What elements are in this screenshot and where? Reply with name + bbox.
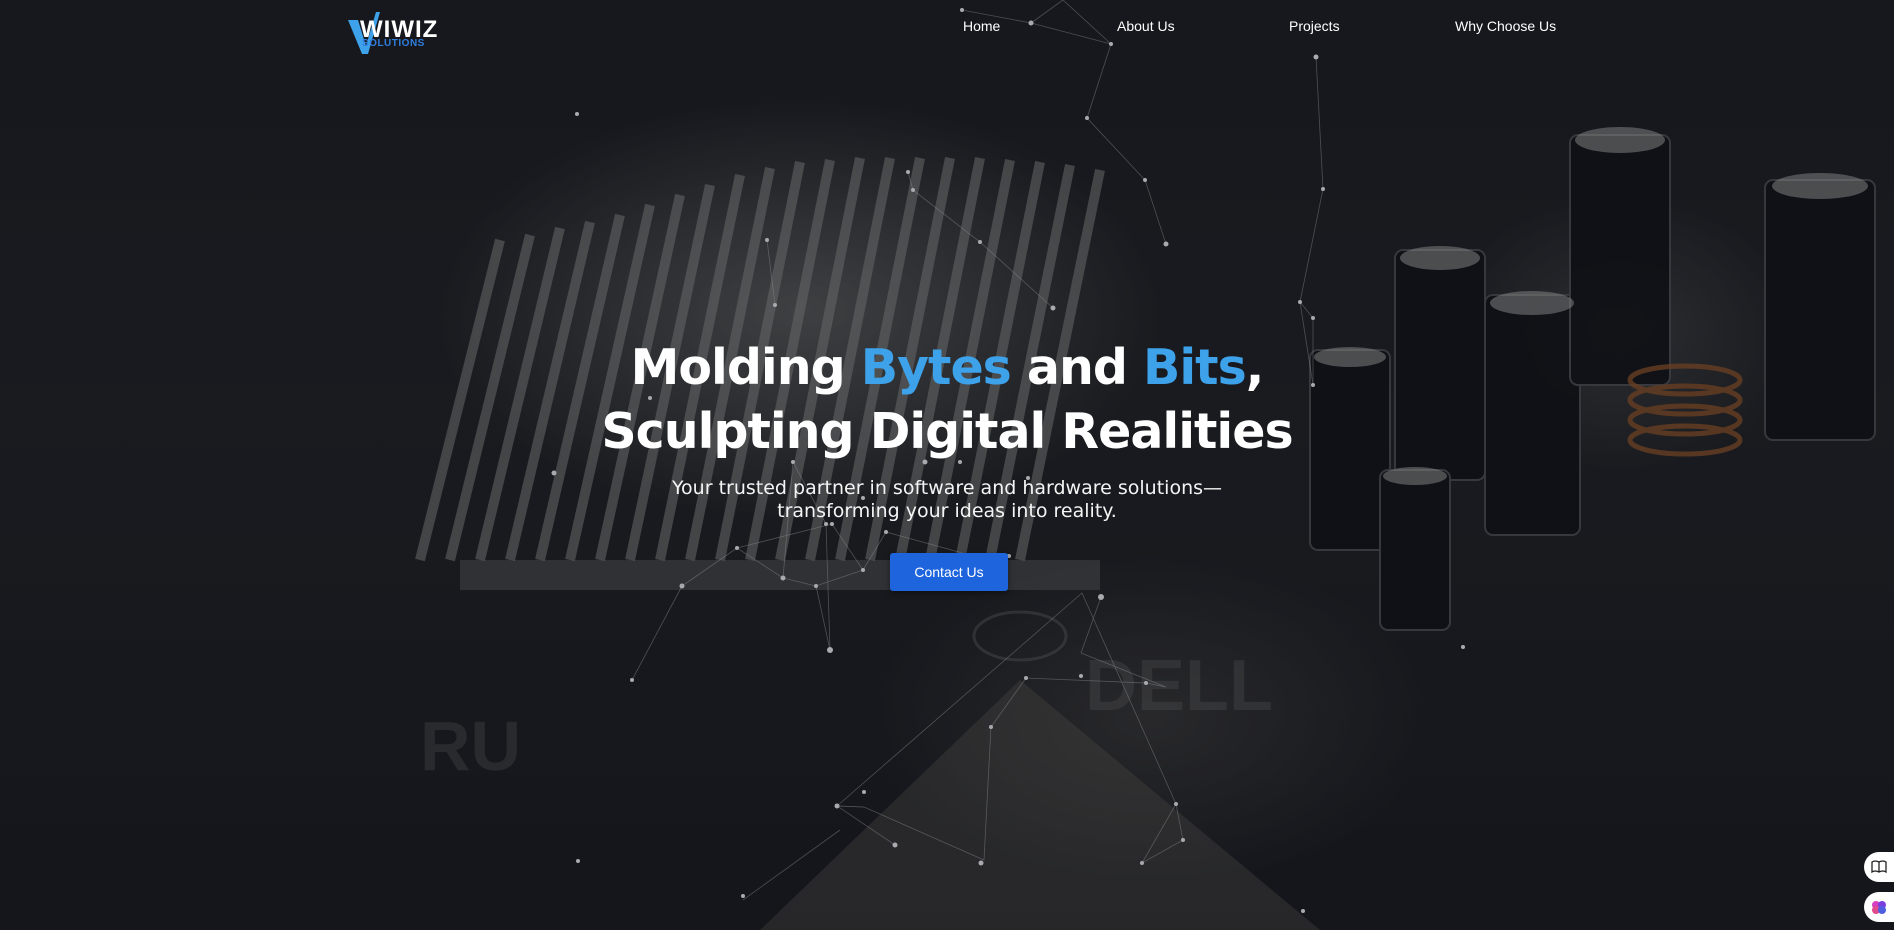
contact-us-button[interactable]: Contact Us — [890, 553, 1008, 591]
title-highlight-bits: Bits — [1143, 339, 1247, 396]
brain-icon — [1872, 901, 1886, 914]
title-text: Molding — [630, 339, 861, 396]
hero-overlay — [0, 0, 1894, 930]
title-highlight-bytes: Bytes — [860, 339, 1012, 396]
nav-about-us[interactable]: About Us — [1117, 18, 1175, 34]
hero-subtitle-line1: Your trusted partner in software and har… — [671, 477, 1223, 499]
nav-why-choose-us[interactable]: Why Choose Us — [1455, 18, 1556, 34]
book-icon — [1871, 860, 1887, 874]
main-nav: Home About Us Projects Why Choose Us — [0, 18, 1894, 38]
hero-title-line1: Molding Bytes and Bits, — [630, 339, 1265, 396]
hero-title: Molding Bytes and Bits, Sculpting Digita… — [0, 336, 1894, 464]
nav-home[interactable]: Home — [963, 18, 1000, 34]
title-comma: , — [1245, 339, 1265, 396]
nav-projects[interactable]: Projects — [1289, 18, 1340, 34]
book-widget[interactable] — [1864, 852, 1894, 882]
logo-tagline: SOLUTIONS — [362, 38, 425, 49]
brain-widget[interactable] — [1864, 892, 1894, 922]
hero-subtitle: Your trusted partner in software and har… — [0, 477, 1894, 523]
hero-title-line2: Sculpting Digital Realities — [601, 403, 1293, 460]
title-text: and — [1010, 339, 1144, 396]
hero-subtitle-line2: transforming your ideas into reality. — [777, 500, 1117, 522]
